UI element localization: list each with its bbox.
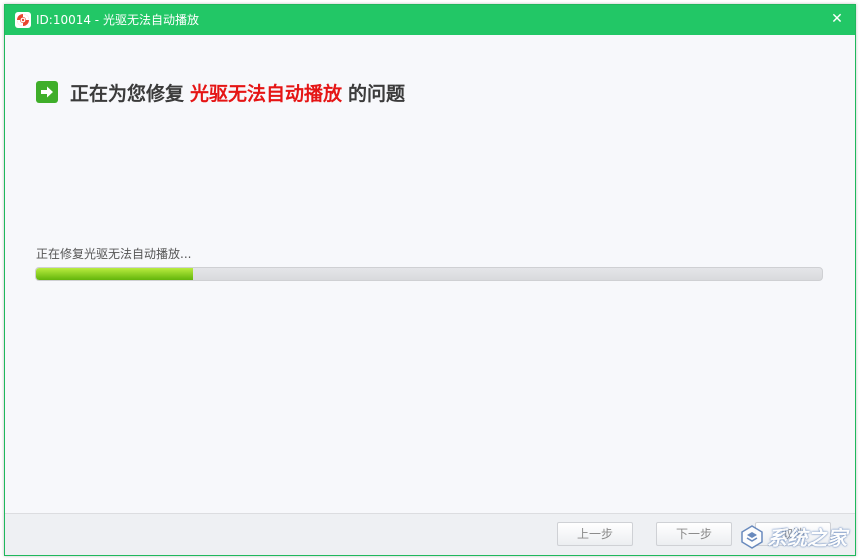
watermark-logo: 系统之家	[739, 522, 847, 551]
button-bar: 上一步 下一步 取消 系统之家	[5, 513, 855, 555]
previous-step-button[interactable]: 上一步	[557, 522, 633, 546]
next-step-button[interactable]: 下一步	[656, 522, 732, 546]
lifebuoy-icon	[15, 12, 31, 28]
progress-fill	[36, 268, 194, 280]
heading-prefix: 正在为您修复	[70, 82, 185, 105]
repair-dialog: ID:10014 - 光驱无法自动播放 ✕ 正在为您修复 光驱无法自动播放 的问…	[4, 4, 856, 556]
title-bar[interactable]: ID:10014 - 光驱无法自动播放 ✕	[5, 5, 855, 35]
arrow-right-icon	[36, 81, 58, 103]
watermark-text: 系统之家	[767, 526, 847, 550]
progress-status-text: 正在修复光驱无法自动播放...	[36, 247, 192, 261]
progress-bar	[35, 267, 823, 281]
window-title: ID:10014 - 光驱无法自动播放	[36, 13, 199, 27]
watermark-icon	[741, 524, 763, 549]
close-button[interactable]: ✕	[827, 9, 847, 29]
page-heading: 正在为您修复 光驱无法自动播放 的问题	[36, 77, 405, 107]
heading-issue-name: 光驱无法自动播放	[190, 82, 343, 105]
heading-suffix: 的问题	[348, 82, 406, 105]
close-icon: ✕	[831, 11, 843, 27]
